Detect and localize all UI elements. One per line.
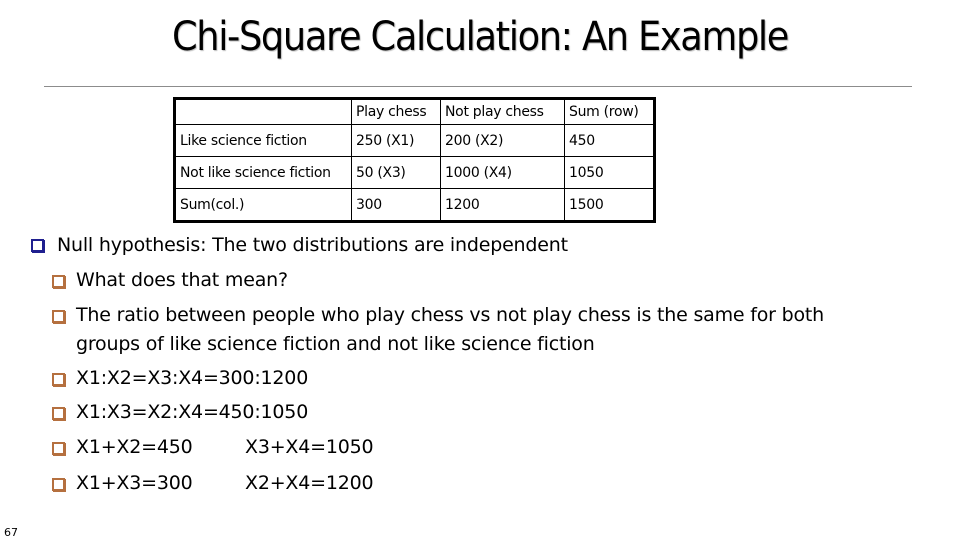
table-row: Sum(col.) 300 1200 1500: [174, 188, 655, 222]
table-header-cell: Sum (row): [564, 98, 655, 125]
table-row: Not like science fiction 50 (X3) 1000 (X…: [174, 156, 655, 189]
table-header-cell: Not play chess: [440, 98, 565, 125]
table-header-cell: [174, 98, 352, 125]
contingency-table: Play chess Not play chess Sum (row) Like…: [173, 97, 656, 223]
table-header-row: Play chess Not play chess Sum (row): [174, 98, 655, 125]
sub-bullet: What does that mean?: [76, 269, 288, 291]
table-cell: 1050: [564, 156, 655, 189]
sub-bullet-square-icon: [52, 310, 65, 323]
sub-bullet-square-icon: [52, 275, 65, 288]
bullet-square-icon: [31, 239, 44, 252]
table-cell: Like science fiction: [174, 124, 352, 157]
title-divider: [44, 86, 912, 87]
sub-bullet: X1+X2=450: [76, 436, 193, 458]
sub-bullet: The ratio between people who play chess …: [76, 304, 824, 326]
table-cell: 1000 (X4): [440, 156, 565, 189]
sub-bullet-square-icon: [52, 442, 65, 455]
table-header-cell: Play chess: [351, 98, 441, 125]
sub-bullet: X1+X3=300: [76, 472, 193, 494]
table-cell: 200 (X2): [440, 124, 565, 157]
sub-bullet-second-equation: X2+X4=1200: [245, 472, 374, 494]
sub-bullet: X1:X3=X2:X4=450:1050: [76, 401, 309, 423]
table-row: Like science fiction 250 (X1) 200 (X2) 4…: [174, 124, 655, 157]
slide-title: Chi-Square Calculation: An Example: [171, 14, 789, 60]
sub-bullet: X1:X2=X3:X4=300:1200: [76, 367, 309, 389]
sub-bullet-square-icon: [52, 407, 65, 420]
table-cell: 250 (X1): [351, 124, 441, 157]
sub-bullet-continuation: groups of like science fiction and not l…: [76, 333, 595, 355]
sub-bullet-square-icon: [52, 373, 65, 386]
table-cell: Not like science fiction: [174, 156, 352, 189]
table-cell: 450: [564, 124, 655, 157]
sub-bullet-second-equation: X3+X4=1050: [245, 436, 374, 458]
sub-bullet-square-icon: [52, 478, 65, 491]
table-cell: 300: [351, 188, 441, 222]
table-cell: 1200: [440, 188, 565, 222]
table-cell: 1500: [564, 188, 655, 222]
table-cell: Sum(col.): [174, 188, 352, 222]
page-number: 67: [4, 526, 18, 539]
bullet-main: Null hypothesis: The two distributions a…: [57, 234, 568, 256]
table-cell: 50 (X3): [351, 156, 441, 189]
